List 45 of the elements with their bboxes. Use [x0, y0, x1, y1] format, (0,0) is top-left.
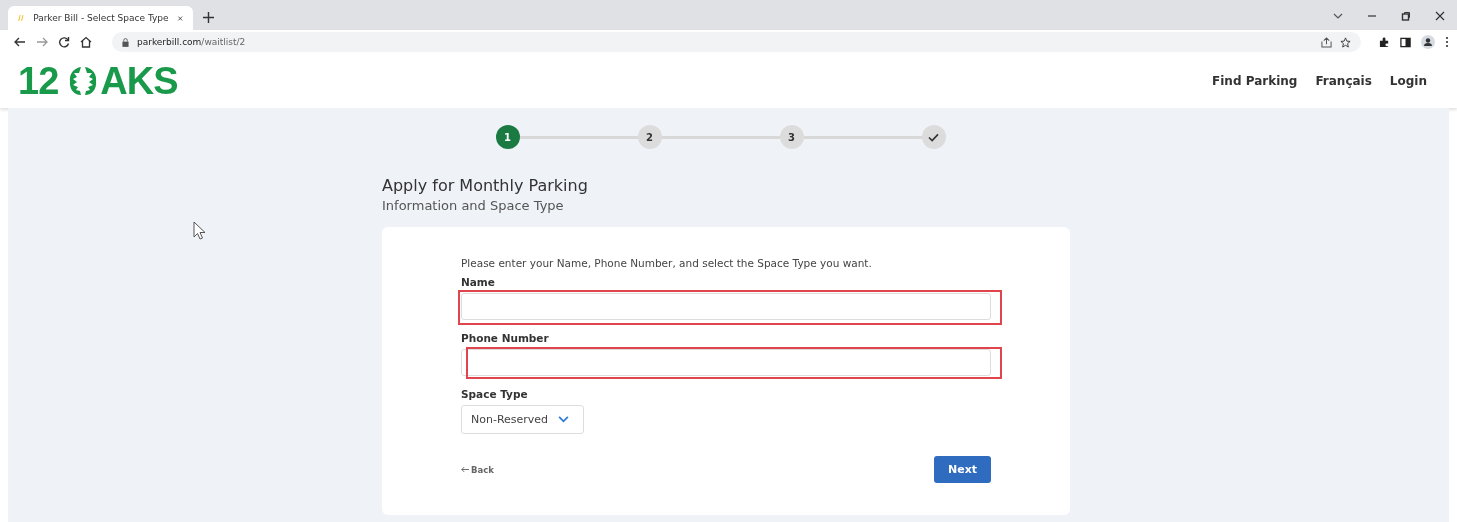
more-icon: [1445, 36, 1449, 48]
star-icon: [1340, 36, 1351, 48]
new-tab-icon: [203, 12, 214, 23]
share-icon: [1321, 36, 1332, 48]
next-button[interactable]: Next: [933, 456, 991, 483]
tab-title: Parker Bill - Select Space Type: [33, 13, 169, 23]
forward-icon: [36, 36, 48, 48]
back-link[interactable]: Back: [461, 464, 494, 475]
field-label: Name: [461, 276, 496, 288]
input-field[interactable]: [461, 293, 991, 320]
close-icon: [1435, 11, 1445, 21]
step-indicator: 2: [637, 125, 662, 149]
arrow-left-icon: [461, 466, 469, 473]
field-label: Phone Number: [461, 332, 550, 344]
nav-link[interactable]: Find Parking: [1212, 74, 1298, 88]
check-icon: [928, 132, 939, 142]
back-icon: [14, 36, 26, 48]
step-indicator: 1: [495, 125, 520, 149]
url-text: parkerbill.com/waitlist/2: [137, 37, 246, 47]
address-bar[interactable]: parkerbill.com/waitlist/2: [112, 32, 1361, 52]
chevron-down-icon: [1333, 11, 1343, 21]
logo-text: AKS: [100, 59, 178, 103]
instructions-text: Please enter your Name, Phone Number, and select the Space Type you want.: [461, 257, 873, 269]
site-icon: [18, 13, 26, 23]
browser-tab[interactable]: Parker Bill - Select Space Type: [8, 6, 193, 30]
logo-text: 12: [18, 59, 59, 103]
input-field[interactable]: [461, 349, 991, 376]
leaf-icon: [68, 65, 99, 97]
profile-icon: [1421, 35, 1435, 49]
page-title: Apply for Monthly Parking: [382, 176, 589, 195]
mouse-cursor-icon: [193, 221, 207, 241]
field-label: Space Type: [461, 388, 529, 400]
page-subtitle: Information and Space Type: [382, 198, 565, 213]
space-type-dropdown[interactable]: Non-Reserved: [461, 405, 585, 434]
chevron-down-icon: [558, 416, 570, 423]
restore-icon: [1401, 11, 1411, 21]
side-panel-icon: [1400, 36, 1411, 48]
nav-link[interactable]: Login: [1389, 74, 1427, 88]
reload-icon: [58, 36, 70, 48]
step-indicator: 3: [779, 125, 804, 149]
nav-link[interactable]: Français: [1315, 74, 1372, 88]
lock-icon: [122, 37, 129, 47]
puzzle-icon: [1379, 36, 1390, 48]
home-icon: [80, 36, 92, 48]
close-icon: [176, 13, 183, 23]
